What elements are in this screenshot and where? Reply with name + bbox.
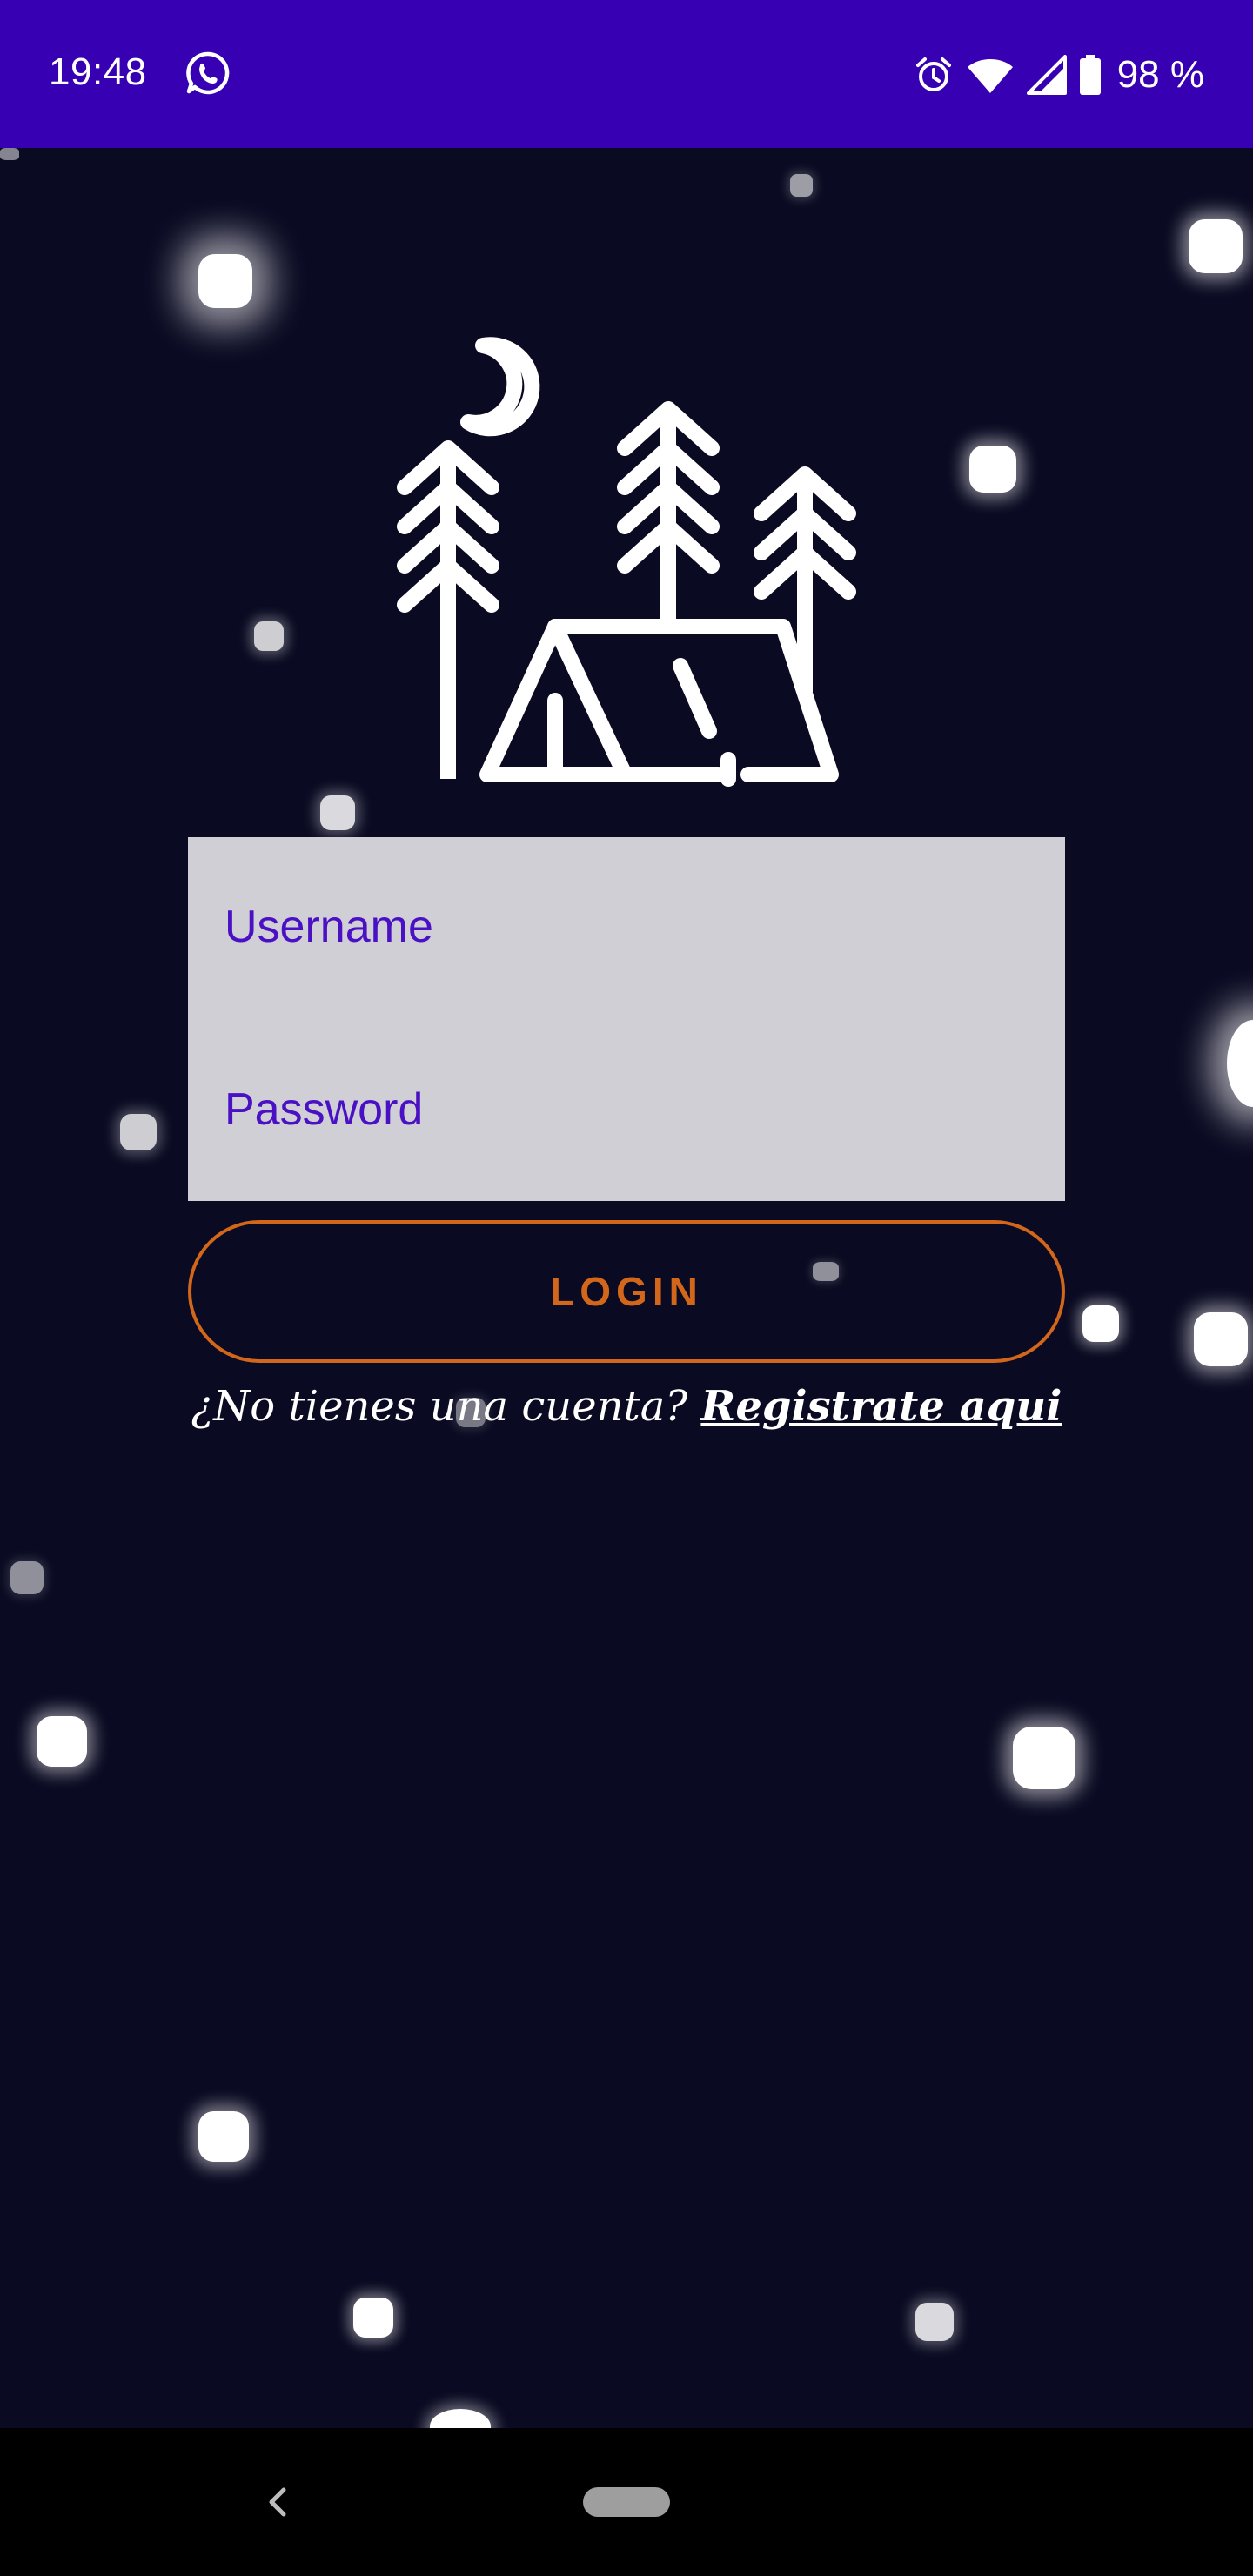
login-screen: 19:48 98 % Username LOGIN ¿No tienes una…: [0, 0, 1253, 2576]
star-decoration: [1227, 1020, 1253, 1107]
status-icons: 98 %: [914, 49, 1204, 101]
star-decoration: [37, 1716, 87, 1767]
star-decoration: [969, 446, 1016, 493]
star-decoration: [198, 2111, 249, 2162]
star-decoration: [1189, 219, 1243, 273]
password-field[interactable]: [224, 1070, 1025, 1149]
star-decoration: [10, 1561, 44, 1594]
register-prompt-text: ¿No tienes una cuenta?: [191, 1382, 701, 1431]
star-decoration: [1013, 1727, 1075, 1789]
status-bar: 19:48 98 %: [0, 0, 1253, 148]
register-link[interactable]: Registrate aqui: [700, 1382, 1062, 1431]
status-time: 19:48: [49, 50, 147, 93]
signal-icon: [1026, 55, 1067, 95]
star-decoration: [915, 2303, 954, 2341]
star-decoration: [790, 174, 813, 197]
alarm-icon: [914, 55, 954, 95]
login-form: [188, 837, 1065, 1201]
star-decoration: [1082, 1305, 1119, 1342]
star-decoration: [430, 2409, 491, 2428]
star-decoration: [1194, 1312, 1248, 1366]
login-button[interactable]: LOGIN: [188, 1220, 1065, 1363]
star-decoration: [353, 2298, 393, 2338]
back-icon[interactable]: [252, 2476, 305, 2528]
battery-icon: [1079, 55, 1102, 95]
star-decoration: [120, 1114, 157, 1150]
register-prompt-row: ¿No tienes una cuenta? Registrate aqui: [0, 1382, 1253, 1431]
star-decoration: [320, 795, 355, 830]
star-decoration: [198, 254, 252, 308]
star-decoration: [254, 621, 284, 651]
whatsapp-icon: [184, 50, 230, 96]
wifi-icon: [966, 55, 1015, 95]
camping-tent-moon-trees-icon: [392, 326, 861, 796]
navigation-bar: [0, 2428, 1253, 2576]
username-field[interactable]: [224, 888, 1025, 966]
home-pill-icon[interactable]: [583, 2487, 670, 2517]
star-decoration: [0, 148, 19, 160]
battery-percentage: 98 %: [1116, 53, 1204, 96]
